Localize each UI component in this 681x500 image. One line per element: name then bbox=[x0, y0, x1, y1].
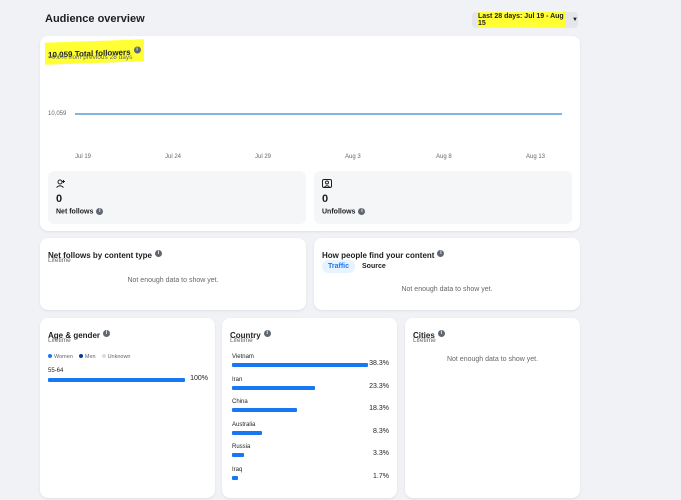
period-label: Lifetime bbox=[413, 337, 436, 344]
country-name: Australia bbox=[232, 421, 256, 428]
age-gender-card: Age & gender i Lifetime Women Men Unknown… bbox=[40, 318, 215, 498]
y-axis-label: 10,059 bbox=[48, 111, 67, 117]
legend-dot bbox=[48, 354, 52, 358]
info-icon[interactable]: i bbox=[437, 330, 445, 338]
unfollows-label-row: Unfollows i bbox=[322, 208, 366, 216]
followers-card: 10,059 Total followers i +0.0% from previ… bbox=[40, 36, 580, 231]
country-bar bbox=[232, 430, 262, 435]
card-title: How people find your content bbox=[322, 251, 435, 260]
legend-men: Men bbox=[78, 354, 96, 360]
country-pct: 38.3% bbox=[369, 360, 389, 367]
net-follows-label-row: Net follows i bbox=[56, 208, 104, 216]
age-label: 55-64 bbox=[48, 368, 64, 374]
x-tick-label: Aug 3 bbox=[345, 154, 361, 160]
tab-source[interactable]: Source bbox=[356, 260, 392, 273]
period-label: Lifetime bbox=[230, 337, 253, 344]
country-name: China bbox=[232, 399, 248, 405]
country-row: Russia 3.3% bbox=[232, 444, 389, 464]
country-name: Russia bbox=[232, 444, 251, 450]
unfollows-value: 0 bbox=[322, 193, 329, 205]
empty-message: Not enough data to show yet. bbox=[401, 286, 493, 293]
legend-dot bbox=[101, 354, 106, 358]
page-title: Audience overview bbox=[45, 13, 145, 25]
cities-card: Cities i Lifetime Not enough data to show… bbox=[405, 318, 580, 498]
x-tick-label: Jul 24 bbox=[165, 154, 182, 160]
x-tick-label: Jul 19 bbox=[75, 154, 92, 160]
empty-message: Not enough data to show yet. bbox=[127, 277, 219, 284]
period-label: Lifetime bbox=[48, 257, 71, 264]
country-row: Iran 23.3% bbox=[232, 377, 389, 397]
x-tick-label: Aug 8 bbox=[436, 154, 452, 160]
net-follows-content-card: Net follows by content type i Lifetime No… bbox=[40, 238, 306, 310]
country-pct: 3.3% bbox=[373, 450, 389, 457]
how-people-find-card: How people find your content i Traffic So… bbox=[314, 238, 580, 310]
country-card: Country i Lifetime Vietnam 38.3% Iran 23.3% C… bbox=[222, 318, 397, 498]
country-bar bbox=[232, 453, 244, 457]
country-bar bbox=[232, 408, 297, 412]
legend-women: Women bbox=[48, 354, 73, 360]
legend-dot bbox=[78, 354, 83, 358]
age-bar bbox=[48, 378, 185, 382]
user-remove-icon bbox=[322, 179, 332, 188]
country-pct: 23.3% bbox=[369, 382, 389, 390]
country-pct: 1.7% bbox=[373, 472, 389, 480]
info-icon[interactable]: i bbox=[437, 250, 445, 258]
tab-traffic[interactable]: Traffic bbox=[322, 260, 356, 273]
legend-label: Women bbox=[54, 354, 73, 360]
info-icon[interactable]: i bbox=[96, 208, 104, 215]
period-label: Lifetime bbox=[48, 337, 71, 344]
country-pct: 18.3% bbox=[369, 405, 389, 412]
country-name: Iran bbox=[232, 376, 243, 383]
country-name: Vietnam bbox=[232, 354, 254, 360]
followers-line-chart: 10,059 bbox=[48, 111, 562, 117]
followers-change: +0.0% from previous 28 days bbox=[48, 54, 133, 61]
user-add-icon bbox=[56, 179, 65, 188]
net-follows-box: 0 Net follows i bbox=[48, 171, 306, 224]
country-pct: 8.3% bbox=[373, 427, 389, 435]
net-follows-label: Net follows bbox=[56, 208, 94, 216]
country-row: Iraq 1.7% bbox=[232, 467, 389, 487]
country-row: Australia 8.3% bbox=[232, 422, 389, 442]
country-name: Iraq bbox=[232, 466, 243, 473]
date-range-selector[interactable]: Last 28 days: Jul 19 - Aug 15 ▼ bbox=[472, 12, 578, 28]
country-row: Vietnam 38.3% bbox=[232, 354, 389, 374]
country-bar bbox=[232, 475, 238, 480]
net-follows-value: 0 bbox=[56, 193, 63, 205]
unfollows-box: 0 Unfollows i bbox=[314, 171, 572, 224]
date-range-label: Last 28 days: Jul 19 - Aug 15 bbox=[477, 12, 567, 28]
legend-label: Unknown bbox=[107, 354, 131, 360]
info-icon[interactable]: i bbox=[358, 208, 366, 215]
age-pct: 100% bbox=[190, 375, 208, 382]
info-icon[interactable]: i bbox=[263, 330, 271, 338]
country-row: China 18.3% bbox=[232, 399, 389, 419]
info-icon[interactable]: i bbox=[133, 46, 141, 54]
x-tick-label: Aug 13 bbox=[526, 154, 546, 160]
country-bar bbox=[232, 385, 315, 390]
gender-legend: Women Men Unknown bbox=[48, 354, 131, 360]
empty-message: Not enough data to show yet. bbox=[446, 356, 539, 363]
age-row: 55-64 100% bbox=[48, 368, 208, 388]
legend-unknown: Unknown bbox=[101, 354, 131, 360]
info-icon[interactable]: i bbox=[155, 250, 163, 258]
country-bar bbox=[232, 363, 368, 367]
x-tick-label: Jul 29 bbox=[255, 154, 272, 160]
unfollows-label: Unfollows bbox=[322, 208, 356, 216]
caret-down-icon: ▼ bbox=[572, 17, 578, 23]
legend-label: Men bbox=[84, 354, 96, 360]
info-icon[interactable]: i bbox=[103, 330, 111, 338]
